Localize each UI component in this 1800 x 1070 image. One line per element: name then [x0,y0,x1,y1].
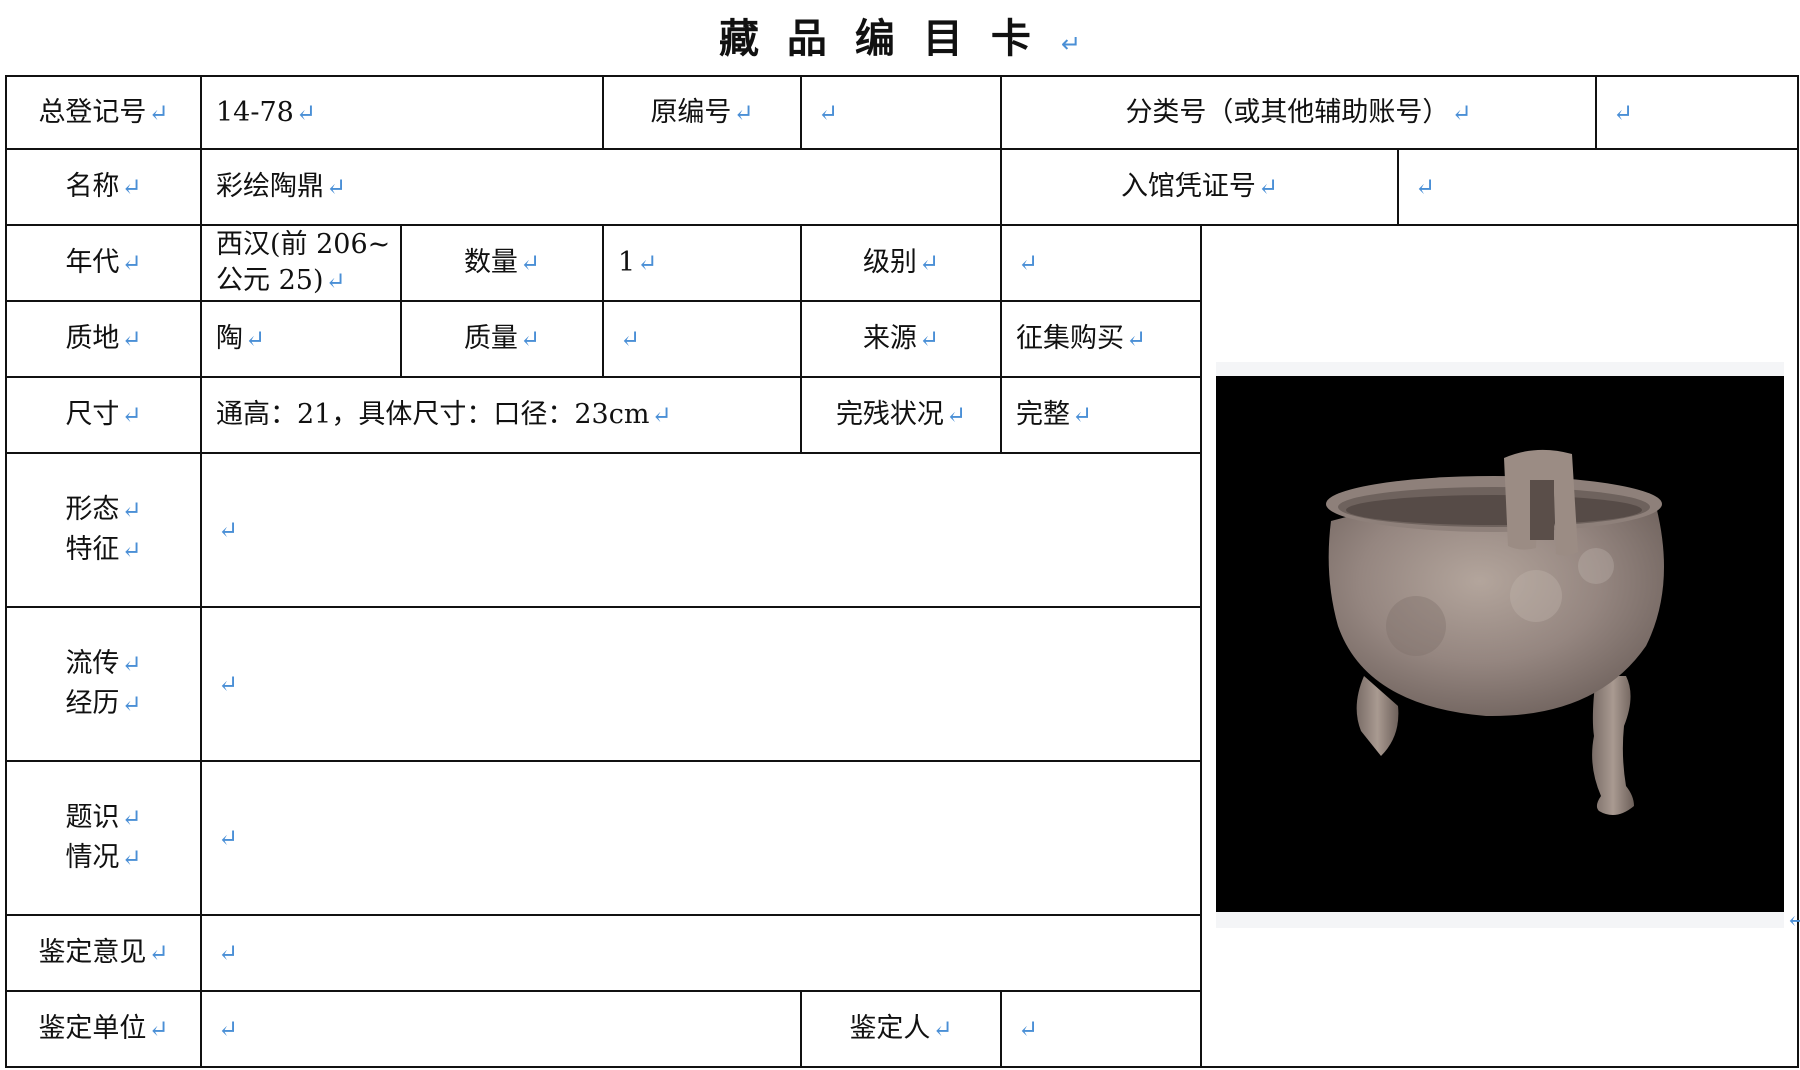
appraiser-label: 鉴定人 ↵ [849,1013,953,1044]
voucher-value[interactable]: ↵ [1399,150,1797,224]
grade-value[interactable]: ↵ [1002,226,1200,300]
era-value[interactable]: 西汉(前 206~ 公元 25)↵ [202,226,400,300]
photo-return-mark: ↵ [1786,905,1800,933]
unit-label: 鉴定单位 ↵ [38,1013,169,1044]
condition-label: 完残状况 ↵ [835,399,967,430]
artifact-photo [1216,362,1784,928]
voucher-label: 入馆凭证号 ↵ [1120,171,1279,202]
era-line-1: 西汉(前 206~ [216,229,391,260]
orig-no-label: 原编号 ↵ [650,96,754,128]
material-label: 质地 ↵ [65,323,142,354]
source-label: 来源 ↵ [862,323,940,354]
era-label: 年代 ↵ [65,247,142,278]
class-no-label: 分类号（或其他辅助账号） ↵ [1125,96,1472,128]
name-value[interactable]: 彩绘陶鼎 ↵ [202,150,1000,224]
history-label: 流传↵ 经历↵ [65,648,142,719]
era-line-2: 公元 25)↵ [216,265,346,296]
ding-vessel-image [1326,449,1664,815]
form-label: 形态↵ 特征↵ [65,494,142,565]
form-value[interactable]: ↵ [202,454,1200,606]
opinion-value[interactable]: ↵ [202,916,1200,990]
inscription-label: 题识↵ 情况↵ [65,802,142,873]
history-value[interactable]: ↵ [202,608,1200,760]
class-no-value[interactable]: ↵ [1597,77,1797,148]
mass-label: 质量 ↵ [463,323,541,354]
quantity-label: 数量 ↵ [463,247,541,278]
reg-no-value[interactable]: 14-78 ↵ [202,77,602,148]
material-value[interactable]: 陶 ↵ [202,302,400,376]
grade-label: 级别 ↵ [862,247,940,278]
mass-value[interactable]: ↵ [604,302,800,376]
condition-value[interactable]: 完整 ↵ [1002,378,1200,452]
source-value[interactable]: 征集购买 ↵ [1002,302,1200,376]
opinion-label: 鉴定意见 ↵ [38,937,169,968]
catalog-table: 总登记号 ↵ 14-78 ↵ 原编号 ↵ ↵ 分类号（或其他辅助账号） ↵ ↵ 名称 ↵ … [0,0,1800,1070]
size-value[interactable]: 通高：21，具体尺寸：口径：23cm ↵ [202,378,800,452]
orig-no-value[interactable]: ↵ [802,77,1000,148]
inscription-value[interactable]: ↵ [202,762,1200,914]
appraiser-value[interactable]: ↵ [1002,992,1200,1066]
name-label: 名称 ↵ [65,171,142,202]
reg-no-label: 总登记号 ↵ [38,96,169,128]
quantity-value[interactable]: 1 ↵ [604,226,800,300]
size-label: 尺寸 ↵ [65,399,142,430]
unit-value[interactable]: ↵ [202,992,800,1066]
